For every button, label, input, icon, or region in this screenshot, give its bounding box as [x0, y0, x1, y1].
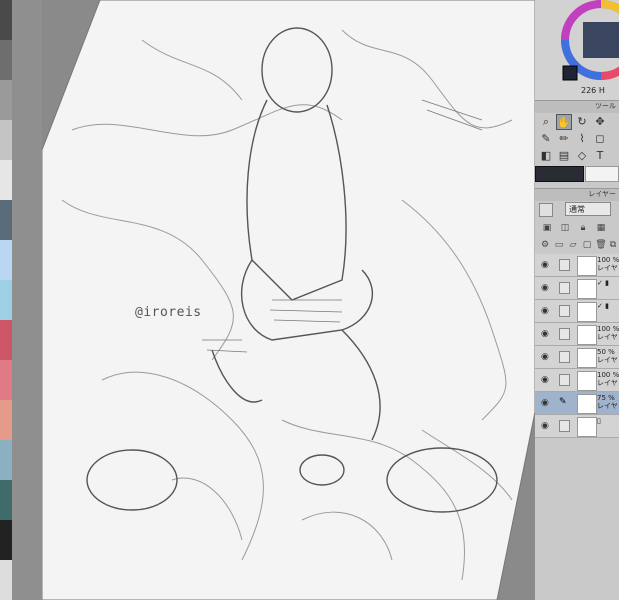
layer-row-selected[interactable]: ◉ ✎ 75 % レイヤ	[535, 392, 619, 415]
blend-mode-select[interactable]: 通常	[565, 202, 611, 216]
eye-icon[interactable]: ◉	[541, 329, 549, 339]
layer-label: 100 % レイヤ	[597, 256, 619, 272]
eye-icon[interactable]: ◉	[541, 306, 549, 316]
gradient-icon[interactable]: ▤	[556, 148, 572, 164]
main-color-bar[interactable]	[535, 166, 584, 182]
layer-row[interactable]: ◉ ✓ ▮	[535, 300, 619, 323]
shape-icon[interactable]: ◇	[574, 148, 590, 164]
color-swatch[interactable]	[0, 440, 12, 480]
lock-icon[interactable]: 🔒︎	[577, 222, 589, 234]
layer-checkbox[interactable]	[559, 259, 570, 271]
rotate-icon[interactable]: ↻	[574, 114, 590, 130]
color-swatch-strip[interactable]	[0, 0, 12, 600]
eye-icon[interactable]: ◉	[541, 283, 549, 293]
layer-thumbnail	[577, 325, 597, 345]
color-swatch[interactable]	[0, 40, 12, 80]
layer-checkbox[interactable]	[559, 305, 570, 317]
pen-active-icon[interactable]: ✎	[559, 397, 568, 407]
color-swatch[interactable]	[0, 160, 12, 200]
color-swatch[interactable]	[0, 80, 12, 120]
layer-thumbnail	[577, 371, 597, 391]
layer-mask-check: ✓ ▮	[597, 302, 609, 310]
color-swatch[interactable]	[0, 400, 12, 440]
color-swatch[interactable]	[0, 480, 12, 520]
layer-mask-check: ✓ ▮	[597, 279, 609, 287]
color-swatch[interactable]	[0, 280, 12, 320]
tool-palette: ⌕ ✋ ↻ ✥ ✎ ✏ ⌇ ◻ ◧ ▤ ◇ T	[535, 112, 619, 164]
color-wheel[interactable]	[535, 0, 619, 100]
color-swatch[interactable]	[0, 120, 12, 160]
sketch-canvas[interactable]	[42, 0, 535, 600]
layer-label: 100 % レイヤ	[597, 325, 619, 341]
left-gutter	[12, 0, 42, 600]
paper-layer-icon: ▯	[597, 417, 601, 425]
zoom-icon[interactable]: ⌕	[538, 114, 554, 130]
eraser-icon[interactable]: ◻	[592, 131, 608, 147]
eye-icon[interactable]: ◉	[541, 352, 549, 362]
new-vector-layer-icon[interactable]: ▱	[567, 239, 579, 251]
canvas-workspace[interactable]: @iroreis	[42, 0, 535, 600]
color-swatch[interactable]	[0, 320, 12, 360]
hsv-readout: 226 H	[581, 86, 605, 95]
pencil-icon[interactable]: ✏	[556, 131, 572, 147]
layer-thumbnail	[577, 256, 597, 276]
new-raster-layer-icon[interactable]: ▭	[553, 239, 565, 251]
move-icon[interactable]: ✥	[592, 114, 608, 130]
eye-icon[interactable]: ◉	[541, 260, 549, 270]
tool-palette-title: ツール	[595, 102, 616, 110]
layer-row[interactable]: ◉ ▯	[535, 415, 619, 438]
fill-icon[interactable]: ◧	[538, 148, 554, 164]
eye-icon[interactable]: ◉	[541, 398, 549, 408]
right-panel: 226 H ツール ⌕ ✋ ↻ ✥ ✎ ✏ ⌇ ◻ ◧ ▤ ◇ T レイヤー 通…	[535, 0, 619, 600]
layer-checkbox[interactable]	[559, 328, 570, 340]
hand-icon[interactable]: ✋	[556, 114, 572, 130]
layer-thumbnail	[577, 302, 597, 322]
layer-checkbox[interactable]	[559, 282, 570, 294]
layer-checkbox[interactable]	[559, 374, 570, 386]
layer-action-row: ⚙ ▭ ▱ ▢ 🗑︎ ⧉	[535, 236, 619, 254]
layer-row[interactable]: ◉ 50 % レイヤ	[535, 346, 619, 369]
layer-label: 75 % レイヤ	[597, 394, 618, 410]
sub-color-bar[interactable]	[585, 166, 619, 182]
layer-thumbnail	[577, 348, 597, 368]
pen-icon[interactable]: ✎	[538, 131, 554, 147]
blend-mode-row: 通常	[535, 200, 619, 220]
settings-icon[interactable]: ⚙	[539, 239, 551, 251]
eye-icon[interactable]: ◉	[541, 421, 549, 431]
color-swatch[interactable]	[0, 360, 12, 400]
layer-row[interactable]: ◉ 100 % レイヤ	[535, 323, 619, 346]
text-icon[interactable]: T	[592, 148, 608, 164]
alpha-lock-icon[interactable]: ▦	[595, 222, 607, 234]
layer-checkbox[interactable]	[559, 420, 570, 432]
merge-layer-icon[interactable]: ⧉	[607, 239, 619, 251]
new-folder-icon[interactable]: ▢	[581, 239, 593, 251]
layer-panel-title: レイヤー	[588, 190, 616, 198]
layer-color-box[interactable]	[539, 203, 553, 217]
reference-icon[interactable]: ◫	[559, 222, 571, 234]
color-swatch[interactable]	[0, 240, 12, 280]
color-swatch[interactable]	[0, 560, 12, 600]
layer-row[interactable]: ◉ 100 % レイヤ	[535, 254, 619, 277]
artist-watermark: @iroreis	[135, 305, 202, 320]
layer-row[interactable]: ◉ ✓ ▮	[535, 277, 619, 300]
color-swatch[interactable]	[0, 0, 12, 40]
color-swatch[interactable]	[0, 200, 12, 240]
layer-checkbox[interactable]	[559, 351, 570, 363]
layer-label: 50 % レイヤ	[597, 348, 618, 364]
layer-thumbnail	[577, 279, 597, 299]
color-wheel-area[interactable]: 226 H	[535, 0, 619, 100]
layer-thumbnail	[577, 394, 597, 414]
layer-row[interactable]: ◉ 100 % レイヤ	[535, 369, 619, 392]
clip-icon[interactable]: ▣	[541, 222, 553, 234]
brush-icon[interactable]: ⌇	[574, 131, 590, 147]
layer-lock-row: ▣ ◫ 🔒︎ ▦	[535, 220, 619, 236]
layer-label: 100 % レイヤ	[597, 371, 619, 387]
layer-thumbnail	[577, 417, 597, 437]
color-swatch[interactable]	[0, 520, 12, 560]
eye-icon[interactable]: ◉	[541, 375, 549, 385]
delete-layer-icon[interactable]: 🗑︎	[595, 239, 607, 251]
